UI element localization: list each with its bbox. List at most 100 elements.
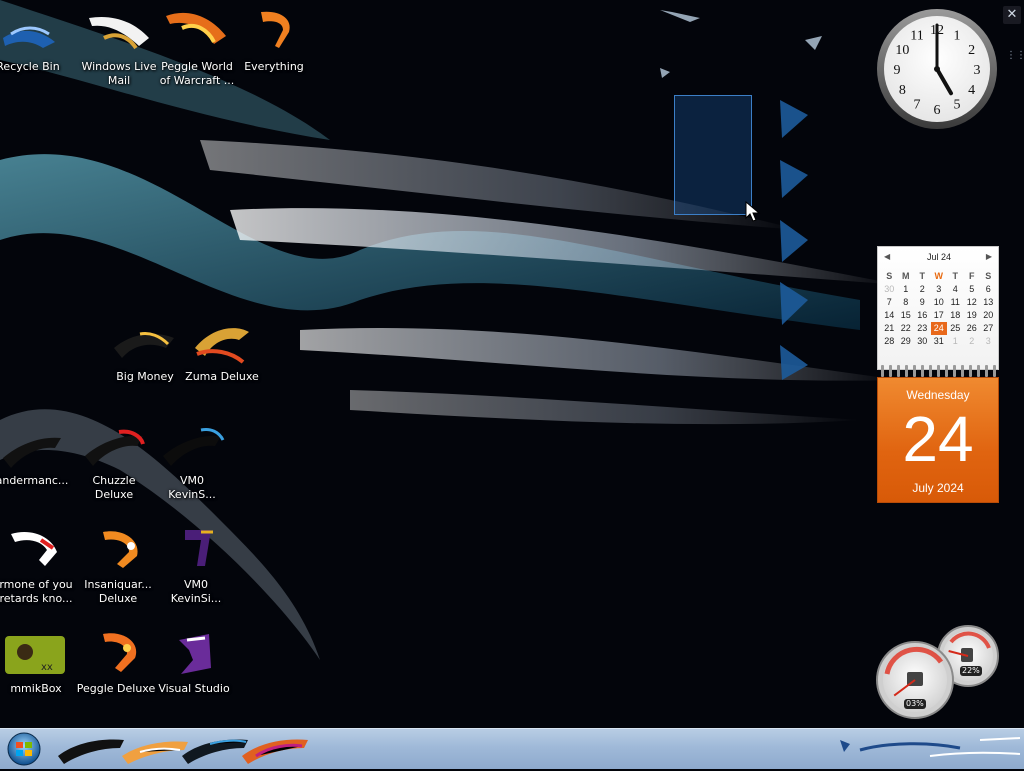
folder-note-shortcut[interactable]: rmone of you retards kno... — [0, 526, 78, 626]
insaniquarium-shortcut[interactable]: Insaniquar... Deluxe — [76, 526, 160, 626]
peggle-wow-shortcut[interactable]: Peggle World of Warcraft ... — [155, 8, 239, 108]
memory-usage-readout: 22% — [960, 666, 982, 676]
calendar-day[interactable]: 12 — [964, 296, 981, 309]
weekday-header: S — [985, 271, 992, 281]
mmikbox-label: mmikBox — [10, 682, 62, 695]
recycle-bin-shortcut[interactable]: Recycle Bin — [0, 8, 70, 108]
insaniquarium-icon — [83, 526, 153, 574]
chuzzle-deluxe-shortcut[interactable]: Chuzzle Deluxe — [72, 422, 156, 522]
zuma-deluxe-shortcut[interactable]: Zuma Deluxe — [180, 318, 264, 418]
calendar-binding-rings — [877, 364, 999, 377]
cpu-meter-gadget[interactable]: 03% 22% — [873, 624, 1003, 720]
calendar-day[interactable]: 3 — [980, 335, 997, 348]
clock-gadget[interactable]: 121234567891011 — [876, 8, 998, 130]
recycle-bin-icon — [0, 8, 63, 56]
clock-numeral: 2 — [968, 43, 975, 58]
clock-numeral: 4 — [968, 83, 975, 98]
calendar-day[interactable]: 20 — [980, 309, 997, 322]
vm-kevinsi-shortcut[interactable]: VM0 KevinSi... — [154, 526, 238, 626]
calendar-day[interactable]: 30 — [881, 283, 898, 296]
andermanc-label: andermanc... — [0, 474, 69, 487]
mmikbox-icon: xx — [1, 630, 71, 678]
calendar-week-row: 30 1 2 3 4 5 6 — [881, 283, 997, 296]
weekday-header: T — [919, 271, 926, 281]
calendar-day[interactable]: 11 — [947, 296, 964, 309]
calendar-day[interactable]: 14 — [881, 309, 898, 322]
folder-note-icon — [1, 526, 71, 574]
calendar-weekday: Wednesday — [906, 388, 970, 402]
big-money-label: Big Money — [116, 370, 174, 383]
gadget-drag-handle[interactable]: ⋮⋮ — [1006, 51, 1024, 66]
andermanc-shortcut[interactable]: andermanc... — [0, 422, 74, 522]
taskbar-app-4[interactable] — [240, 732, 310, 764]
peggle-deluxe-shortcut[interactable]: Peggle Deluxe — [74, 630, 158, 730]
calendar-day[interactable]: 15 — [898, 309, 915, 322]
insaniquarium-label: Insaniquar... Deluxe — [84, 578, 152, 605]
calendar-day[interactable]: 1 — [898, 283, 915, 296]
calendar-day[interactable]: 17 — [931, 309, 948, 322]
calendar-day[interactable]: 29 — [898, 335, 915, 348]
clock-numeral: 7 — [914, 98, 921, 113]
calendar-day[interactable]: 30 — [914, 335, 931, 348]
calendar-next-month-button[interactable]: ▶ — [986, 252, 992, 261]
calendar-day[interactable]: 6 — [980, 283, 997, 296]
visual-studio-shortcut[interactable]: Visual Studio — [152, 630, 236, 730]
cpu-usage-readout: 03% — [904, 699, 926, 709]
calendar-gadget[interactable]: ◀ Jul 24 ▶ S M T W T F S 30 1 2 3 4 5 6 — [877, 246, 999, 503]
calendar-day[interactable]: 26 — [964, 322, 981, 335]
calendar-day[interactable]: 1 — [947, 335, 964, 348]
gadget-close-button[interactable]: ✕ — [1003, 6, 1021, 24]
calendar-day[interactable]: 18 — [947, 309, 964, 322]
calendar-day[interactable]: 27 — [980, 322, 997, 335]
calendar-day[interactable]: 21 — [881, 322, 898, 335]
windows-live-mail-shortcut[interactable]: Windows Live Mail — [77, 8, 161, 108]
calendar-day[interactable]: 25 — [947, 322, 964, 335]
calendar-day[interactable]: 22 — [898, 322, 915, 335]
calendar-day[interactable]: 4 — [947, 283, 964, 296]
taskbar-app-1[interactable] — [56, 732, 126, 764]
peggle-wow-label: Peggle World of Warcraft ... — [159, 60, 235, 87]
peggle-wow-icon — [162, 8, 232, 56]
calendar-grid: S M T W T F S 30 1 2 3 4 5 6 7 8 9 10 11… — [881, 270, 997, 348]
calendar-day[interactable]: 28 — [881, 335, 898, 348]
calendar-day[interactable]: 10 — [931, 296, 948, 309]
calendar-day[interactable]: 2 — [914, 283, 931, 296]
clock-numeral: 6 — [934, 103, 941, 118]
calendar-day[interactable]: 2 — [964, 335, 981, 348]
calendar-day[interactable]: 13 — [980, 296, 997, 309]
calendar-day[interactable]: 19 — [964, 309, 981, 322]
clock-numeral: 11 — [910, 28, 923, 43]
clock-numeral: 9 — [894, 63, 901, 78]
mouse-cursor-icon — [745, 200, 761, 223]
vm-kevins-shortcut[interactable]: VM0 KevinS... — [150, 422, 234, 522]
everything-shortcut[interactable]: Everything — [232, 8, 316, 108]
folder-note-label: rmone of you retards kno... — [0, 578, 73, 605]
vm-kevins-label: VM0 KevinS... — [168, 474, 216, 501]
everything-icon — [239, 8, 309, 56]
calendar-month-label: Jul 24 — [926, 252, 952, 262]
calendar-day[interactable]: 3 — [931, 283, 948, 296]
big-money-shortcut[interactable]: Big Money — [103, 318, 187, 418]
calendar-day[interactable]: 5 — [964, 283, 981, 296]
clock-numeral: 8 — [899, 83, 906, 98]
vm-kevinsi-label: VM0 KevinSi... — [170, 578, 222, 605]
big-money-icon — [110, 318, 180, 366]
calendar-day[interactable]: 16 — [914, 309, 931, 322]
peggle-deluxe-label: Peggle Deluxe — [76, 682, 156, 695]
start-button[interactable] — [4, 731, 44, 767]
calendar-day[interactable]: 7 — [881, 296, 898, 309]
calendar-day-view[interactable]: Wednesday 24 July 2024 — [877, 377, 999, 503]
everything-label: Everything — [244, 60, 304, 73]
chuzzle-deluxe-label: Chuzzle Deluxe — [92, 474, 136, 501]
notification-area[interactable] — [830, 732, 1024, 764]
calendar-day-today[interactable]: 24 — [930, 322, 947, 335]
calendar-day[interactable]: 9 — [914, 296, 931, 309]
calendar-month-year: July 2024 — [912, 481, 964, 495]
calendar-day[interactable]: 31 — [931, 335, 948, 348]
zuma-deluxe-label: Zuma Deluxe — [185, 370, 259, 383]
peggle-deluxe-icon — [81, 630, 151, 678]
mmikbox-shortcut[interactable]: xx mmikBox — [0, 630, 78, 730]
calendar-day[interactable]: 8 — [898, 296, 915, 309]
calendar-day[interactable]: 23 — [914, 322, 931, 335]
zuma-deluxe-icon — [187, 318, 257, 366]
